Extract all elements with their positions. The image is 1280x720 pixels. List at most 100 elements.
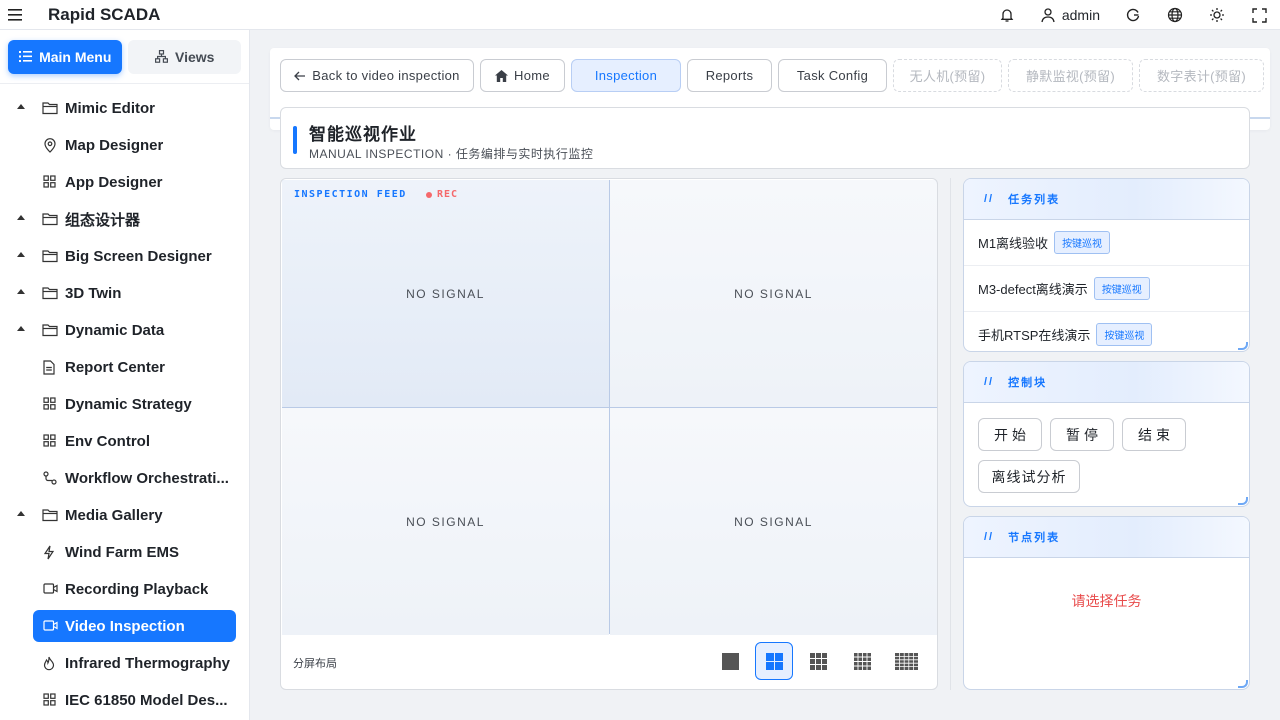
globe-icon[interactable] xyxy=(1154,0,1196,30)
task-item[interactable]: 手机RTSP在线演示 按键巡视 xyxy=(964,312,1249,351)
sidebar-item-label: 3D Twin xyxy=(65,285,122,302)
sidebar-item-media-gallery[interactable]: Media Gallery xyxy=(0,497,249,534)
caret-up-icon[interactable] xyxy=(17,326,25,331)
task-tag: 按键巡视 xyxy=(1093,277,1150,300)
grid-icon xyxy=(43,693,56,706)
video-cell[interactable]: NO SIGNAL xyxy=(610,180,937,407)
top-bar: Rapid SCADA admin xyxy=(0,0,1280,30)
caret-up-icon[interactable] xyxy=(17,252,25,257)
layout-5x5-icon xyxy=(894,652,918,670)
caret-up-icon[interactable] xyxy=(17,104,25,109)
layout-4x4-button[interactable] xyxy=(843,642,881,680)
task-list-panel: // 任务列表 M1离线验收 按键巡视 M3-defect离线演示 按键巡视 手机… xyxy=(963,178,1250,352)
sidebar-item-map-designer[interactable]: Map Designer xyxy=(0,127,249,164)
sidebar-item-label: Report Center xyxy=(65,359,166,376)
folder-icon xyxy=(42,213,58,226)
video-cell[interactable]: NO SIGNAL xyxy=(282,180,609,407)
sitemap-icon xyxy=(155,50,169,63)
video-icon xyxy=(43,583,58,594)
folder-icon xyxy=(42,102,58,115)
refresh-icon[interactable] xyxy=(1112,0,1154,30)
home-button[interactable]: Home xyxy=(480,59,565,92)
sidebar-item-iec61850-model-designer[interactable]: IEC 61850 Model Des... xyxy=(0,682,249,719)
sidebar-item-label: Dynamic Strategy xyxy=(65,396,192,413)
inspection-button[interactable]: Inspection xyxy=(571,59,681,92)
sidebar: Main Menu Views Mimic Editor Map Designe… xyxy=(0,30,250,720)
sidebar-item-3d-twin[interactable]: 3D Twin xyxy=(0,275,249,312)
bell-icon[interactable] xyxy=(986,0,1028,30)
sidebar-item-big-screen-designer[interactable]: Big Screen Designer xyxy=(0,238,249,275)
task-item[interactable]: M3-defect离线演示 按键巡视 xyxy=(964,266,1249,312)
layout-5x5-button[interactable] xyxy=(887,642,925,680)
page-subtitle: MANUAL INSPECTION · 任务编排与实时执行监控 xyxy=(309,147,594,161)
silent-monitor-button-label: 静默监视(预留) xyxy=(1025,69,1116,84)
control-panel: // 控制块 开始 暂停 结束 离线试分析 xyxy=(963,361,1250,507)
rec-label: REC xyxy=(437,189,459,200)
sidebar-item-dynamic-strategy[interactable]: Dynamic Strategy xyxy=(0,386,249,423)
caret-up-icon[interactable] xyxy=(17,289,25,294)
sun-icon[interactable] xyxy=(1196,0,1238,30)
sidebar-item-infrared-thermography[interactable]: Infrared Thermography xyxy=(0,645,249,682)
tab-views-label: Views xyxy=(175,48,215,65)
fullscreen-icon[interactable] xyxy=(1238,0,1280,30)
layout-3x3-button[interactable] xyxy=(799,642,837,680)
sidebar-item-env-control[interactable]: Env Control xyxy=(0,423,249,460)
sidebar-item-zutai-designer[interactable]: 组态设计器 xyxy=(0,201,249,238)
sidebar-item-label: IEC 61850 Model Des... xyxy=(65,692,228,709)
panel-prefix: // xyxy=(984,531,995,543)
sidebar-item-wind-farm-ems[interactable]: Wind Farm EMS xyxy=(0,534,249,571)
panel-prefix: // xyxy=(984,193,995,205)
folder-icon xyxy=(42,324,58,337)
back-button[interactable]: Back to video inspection xyxy=(280,59,474,92)
caret-up-icon[interactable] xyxy=(17,215,25,220)
list-icon xyxy=(19,51,33,62)
rec-dot-icon xyxy=(426,191,432,198)
sidebar-item-dynamic-data[interactable]: Dynamic Data xyxy=(0,312,249,349)
sidebar-item-label: Media Gallery xyxy=(65,507,163,524)
digital-meter-button: 数字表计(预留) xyxy=(1139,59,1264,92)
offline-analysis-button[interactable]: 离线试分析 xyxy=(978,460,1080,493)
layout-3x3-icon xyxy=(809,652,827,670)
reports-button[interactable]: Reports xyxy=(687,59,772,92)
video-cell[interactable]: NO SIGNAL xyxy=(282,408,609,635)
sidebar-item-label: Mimic Editor xyxy=(65,100,156,117)
layout-4x4-icon xyxy=(853,652,871,670)
tab-main-menu[interactable]: Main Menu xyxy=(8,39,123,74)
digital-meter-button-label: 数字表计(预留) xyxy=(1156,69,1247,84)
sidebar-item-mimic-editor[interactable]: Mimic Editor xyxy=(0,90,249,127)
start-button[interactable]: 开始 xyxy=(978,418,1042,451)
user-icon xyxy=(1041,8,1055,23)
user-menu[interactable]: admin xyxy=(1028,7,1112,23)
caret-up-icon[interactable] xyxy=(17,511,25,516)
layout-2x2-button[interactable] xyxy=(755,642,793,680)
sidebar-item-video-inspection[interactable]: Video Inspection xyxy=(0,608,249,645)
sidebar-item-workflow-orchestration[interactable]: Workflow Orchestrati... xyxy=(0,460,249,497)
node-list-title: 节点列表 xyxy=(1008,532,1061,544)
sidebar-item-report-center[interactable]: Report Center xyxy=(0,349,249,386)
task-config-button[interactable]: Task Config xyxy=(778,59,887,92)
hamburger-menu-icon[interactable] xyxy=(0,0,30,30)
sidebar-item-app-designer[interactable]: App Designer xyxy=(0,164,249,201)
sidebar-item-label: Big Screen Designer xyxy=(65,248,212,265)
panel-prefix: // xyxy=(984,376,995,388)
folder-icon xyxy=(42,509,58,522)
sidebar-item-label: App Designer xyxy=(65,174,163,191)
grid-icon xyxy=(43,397,56,410)
sidebar-item-recording-playback[interactable]: Recording Playback xyxy=(0,571,249,608)
task-tag: 按键巡视 xyxy=(1096,323,1153,346)
grid-icon xyxy=(43,175,56,188)
app-title: Rapid SCADA xyxy=(48,4,161,24)
flame-icon xyxy=(43,656,55,671)
sidebar-item-label: Recording Playback xyxy=(65,581,209,598)
task-item[interactable]: M1离线验收 按键巡视 xyxy=(964,220,1249,266)
arrow-left-icon xyxy=(294,71,306,80)
control-title: 控制块 xyxy=(1008,377,1048,389)
task-config-button-label: Task Config xyxy=(796,68,869,83)
tab-views[interactable]: Views xyxy=(128,39,241,74)
layout-1x1-icon xyxy=(721,652,739,670)
layout-1x1-button[interactable] xyxy=(711,642,749,680)
layout-bar: 分屏布局 xyxy=(281,634,937,689)
pause-button[interactable]: 暂停 xyxy=(1050,418,1114,451)
end-button[interactable]: 结束 xyxy=(1122,418,1186,451)
video-cell[interactable]: NO SIGNAL xyxy=(610,408,937,635)
